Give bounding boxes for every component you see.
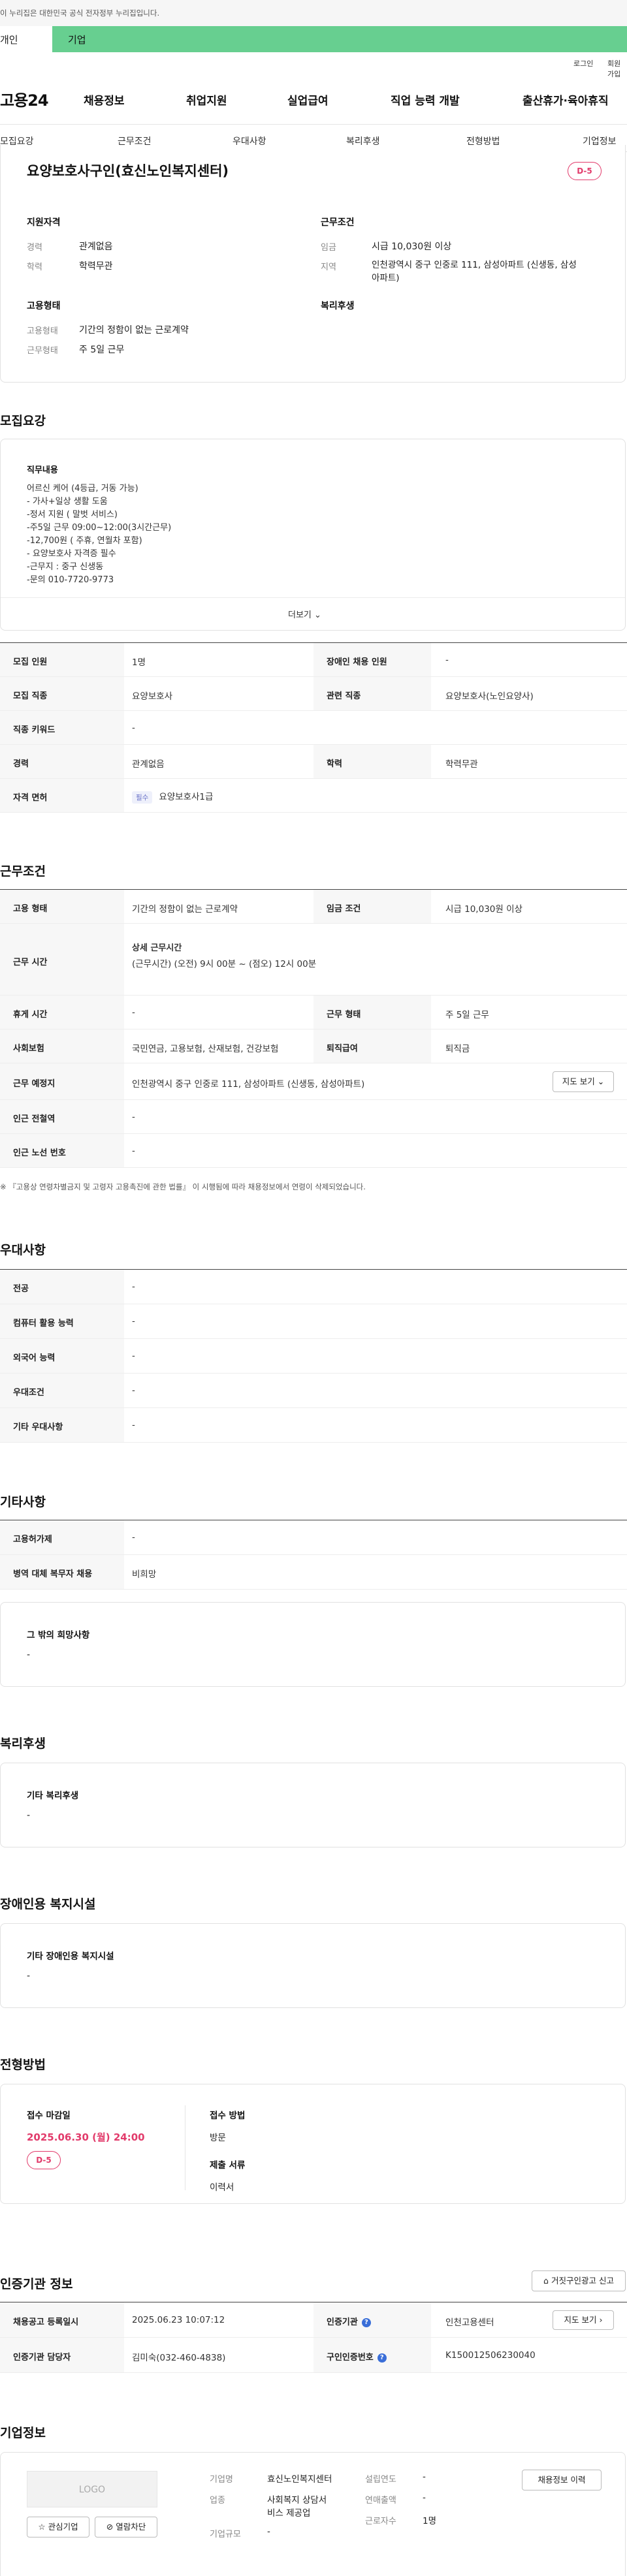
chevron-down-icon: ⌄ [314, 610, 321, 620]
nav-leave[interactable]: 출산휴가·육아휴직 [522, 91, 609, 108]
career-label: 경력 [27, 243, 42, 253]
edu-value: 학력무관 [79, 261, 113, 272]
divider [0, 124, 627, 125]
nav-training[interactable]: 직업 능력 개발 [391, 91, 460, 108]
deadline-date: 2025.06.30 (월) 24:00 [27, 2131, 145, 2143]
job-title: 요양보호사구인(효신노인복지센터) [27, 163, 229, 179]
welfare-section-title: 복리후생 [0, 1736, 46, 1751]
table-row: 전공 - [0, 1270, 627, 1304]
company-section-title: 기업정보 [0, 2426, 46, 2440]
required-chip: 필수 [132, 791, 153, 804]
table-row: 고용 형태 기간의 정함이 없는 근로계약 임금 조건 시급 10,030원 이… [0, 890, 627, 924]
block-icon: ⊘ [106, 2522, 114, 2532]
info-icon[interactable]: ? [377, 2353, 387, 2363]
user-type-tabs: 개인 기업 [0, 26, 627, 52]
work-section-title: 근무조건 [0, 864, 46, 879]
age-notice: ※ 『고용상 연령차별금지 및 고령자 고용촉진에 관한 법률』 이 시행됨에 … [0, 1182, 366, 1191]
edu-label: 학력 [27, 262, 42, 272]
emp-label: 고용형태 [27, 326, 58, 336]
summary-card: 요양보호사구인(효신노인복지센터) D-5 지원자격 경력 관계없음 학력 학력… [0, 145, 626, 383]
star-icon: ☆ [38, 2522, 46, 2532]
nav-unemployment[interactable]: 실업급여 [287, 91, 329, 108]
chevron-down-icon: ⌄ [597, 1076, 605, 1086]
table-row: 인근 전철역 - [0, 1100, 627, 1134]
table-row: 근무 예정지 인천광역시 중구 인중로 111, 삼성아파트 (신생동, 삼성아… [0, 1063, 627, 1100]
hope-card: 그 밖의 희망사항 - [0, 1602, 626, 1687]
company-logo: LOGO [27, 2471, 157, 2507]
table-row: 우대조건 - [0, 1374, 627, 1408]
duty-content: 어르신 케어 (4등급, 거동 가능) - 가사+일상 생활 도움 -정서 지원… [27, 484, 172, 585]
cert-section-title: 인증기관 정보 [0, 2277, 73, 2291]
table-row: 고용허가제 - [0, 1520, 627, 1555]
chevron-right-icon: › [599, 2315, 603, 2325]
recruit-section-title: 모집요강 [0, 414, 46, 428]
nav-recruit[interactable]: 채용정보 [84, 91, 125, 108]
table-row: 컴퓨터 활용 능력 - [0, 1304, 627, 1339]
tab-personal[interactable]: 개인 [0, 26, 52, 52]
disabled-section-title: 장애인용 복지시설 [0, 1897, 96, 1911]
welfare-heading: 복리후생 [321, 301, 355, 311]
company-card: LOGO ☆ 관심기업 ⊘ 열람차단 기업명 효신노인복지센터 업종 사회복지 … [0, 2452, 626, 2576]
site-logo[interactable]: 고용24 [0, 87, 49, 110]
block-view-button[interactable]: ⊘ 열람차단 [95, 2517, 157, 2537]
home-icon: ⌂ [543, 2276, 549, 2285]
map-button[interactable]: 지도 보기 ⌄ [553, 1071, 614, 1092]
disabled-card: 기타 장애인용 복지시설 - [0, 1923, 626, 2008]
region-value-cont: 아파트) [372, 273, 400, 283]
duty-card: 직무내용 어르신 케어 (4등급, 거동 가능) - 가사+일상 생활 도움 -… [0, 439, 626, 631]
dday-badge: D-5 [27, 2151, 61, 2169]
table-row: 기타 우대사항 - [0, 1408, 627, 1443]
process-card: 접수 마감일 2025.06.30 (월) 24:00 D-5 접수 방법 방문… [0, 2084, 626, 2204]
more-button[interactable]: 더보기 ⌄ [288, 608, 321, 620]
etc-section-title: 기타사항 [0, 1495, 46, 1509]
table-row: 인증기관 담당자 김미숙(032-460-4838) 구인인증번호? K1500… [0, 2338, 627, 2373]
duty-heading: 직무내용 [27, 465, 58, 475]
work-heading: 근무조건 [321, 217, 355, 228]
pref-section-title: 우대사항 [0, 1243, 46, 1257]
tab-company[interactable]: 기업 [68, 33, 86, 46]
nav-job-support[interactable]: 취업지원 [186, 91, 227, 108]
table-row: 모집 직종 요양보호사 관련 직종 요양보호사(노인요양사) [0, 677, 627, 711]
region-label: 지역 [321, 262, 336, 272]
career-value: 관계없음 [79, 242, 113, 252]
welfare-card: 기타 복리후생 - [0, 1763, 626, 1847]
divider [1, 597, 625, 598]
table-row: 외국어 능력 - [0, 1339, 627, 1374]
signup-link[interactable]: 회원가입 [607, 58, 627, 79]
report-button[interactable]: ⌂ 거짓구인광고 신고 [532, 2270, 626, 2291]
qual-heading: 지원자격 [27, 217, 61, 228]
emp-value: 기간의 정함이 없는 근로계약 [79, 325, 189, 336]
table-row: 근무 시간 상세 근무시간 (근무시간) (오전) 9시 00분 ~ (점오) … [0, 924, 627, 996]
map-button[interactable]: 지도 보기 › [553, 2310, 614, 2330]
process-section-title: 전형방법 [0, 2058, 46, 2072]
table-row: 모집 인원 1명 장애인 채용 인원 - [0, 643, 627, 677]
recruit-history-button[interactable]: 채용정보 이력 [522, 2470, 602, 2490]
dday-badge: D-5 [568, 162, 602, 180]
hours-value: 주 5일 근무 [79, 345, 125, 355]
table-row: 휴게 시간 - 근무 형태 주 5일 근무 [0, 996, 627, 1029]
emp-heading: 고용형태 [27, 301, 61, 311]
table-row: 경력 관계없음 학력 학력무관 [0, 745, 627, 779]
table-row: 직종 키워드 - [0, 711, 627, 745]
favorite-company-button[interactable]: ☆ 관심기업 [27, 2517, 89, 2537]
info-icon[interactable]: ? [361, 2317, 371, 2327]
wage-value: 시급 10,030원 이상 [372, 242, 452, 252]
region-value: 인천광역시 중구 인중로 111, 삼성아파트 (신생동, 삼성 [372, 260, 577, 270]
wage-label: 임금 [321, 243, 336, 253]
hours-label: 근무형태 [27, 346, 58, 356]
table-row: 사회보험 국민연금, 고용보험, 산재보험, 건강보험 퇴직급여 퇴직금 [0, 1029, 627, 1063]
table-row: 채용공고 등록일시 2025.06.23 10:07:12 인증기관? 인천고용… [0, 2302, 627, 2338]
login-link[interactable]: 로그인 [573, 58, 593, 69]
table-row: 자격 면허 필수 요양보호사1급 [0, 779, 627, 813]
gov-banner-text: 이 누리집은 대한민국 공식 전자정부 누리집입니다. [0, 8, 160, 18]
gov-banner: 이 누리집은 대한민국 공식 전자정부 누리집입니다. [0, 0, 627, 26]
table-row: 인근 노선 번호 - [0, 1134, 627, 1168]
table-row: 병역 대체 복무자 채용 비희망 [0, 1555, 627, 1590]
